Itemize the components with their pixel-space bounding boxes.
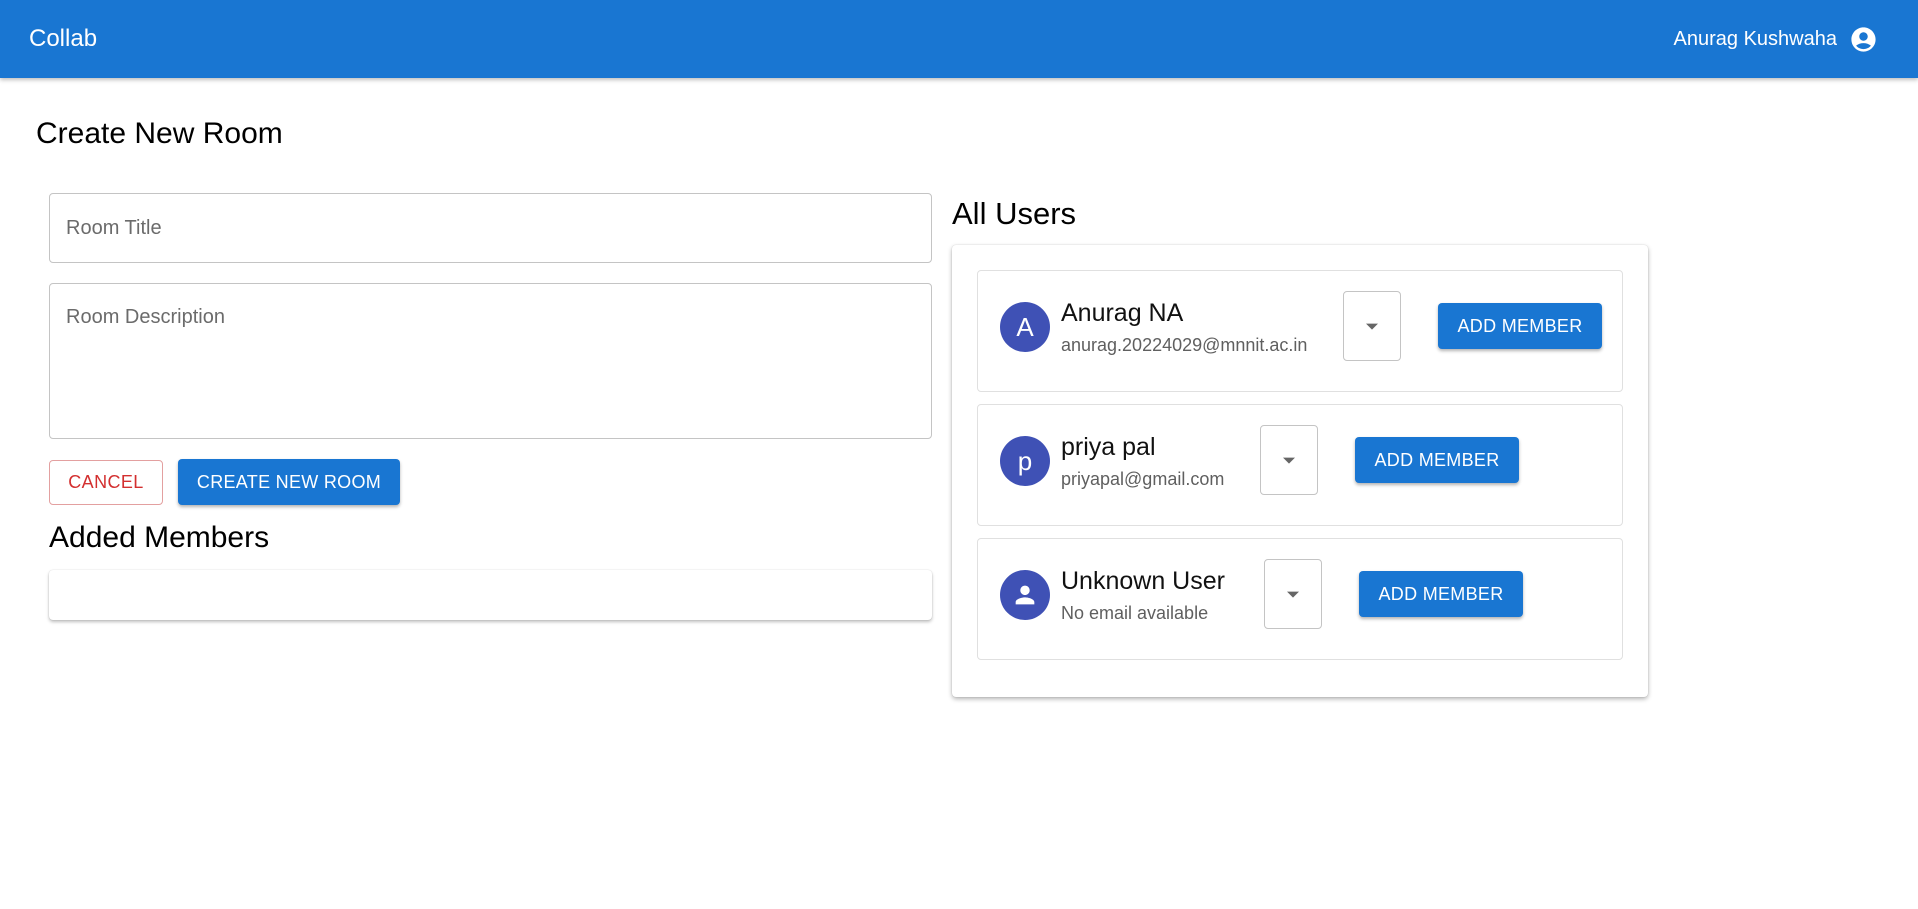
current-user-name[interactable]: Anurag Kushwaha [1674, 28, 1837, 51]
room-description-input[interactable] [50, 284, 931, 438]
room-description-field[interactable] [49, 283, 932, 439]
room-title-field[interactable] [49, 193, 932, 263]
page-title: Create New Room [36, 117, 283, 150]
account-circle-icon[interactable] [1849, 25, 1878, 54]
user-card: A Anurag NA anurag.20224029@mnnit.ac.in … [977, 270, 1623, 392]
avatar: p [1000, 436, 1050, 486]
add-member-button[interactable]: ADD MEMBER [1355, 437, 1519, 483]
caret-down-icon [1287, 591, 1299, 598]
app-brand[interactable]: Collab [29, 25, 97, 53]
user-name: Anurag NA [1061, 299, 1184, 327]
create-room-button[interactable]: CREATE NEW ROOM [178, 459, 400, 505]
add-member-button[interactable]: ADD MEMBER [1438, 303, 1602, 349]
app-bar: Collab Anurag Kushwaha [0, 0, 1918, 78]
user-email: anurag.20224029@mnnit.ac.in [1061, 335, 1308, 355]
user-menu[interactable]: Anurag Kushwaha [1674, 25, 1878, 54]
caret-down-icon [1283, 457, 1295, 464]
user-email: No email available [1061, 603, 1209, 623]
avatar: A [1000, 302, 1050, 352]
cancel-button[interactable]: CANCEL [49, 460, 163, 505]
room-title-input[interactable] [50, 194, 931, 262]
user-email: priyapal@gmail.com [1061, 469, 1225, 489]
user-name: priya pal [1061, 433, 1156, 461]
role-select[interactable] [1264, 559, 1322, 629]
added-members-title: Added Members [49, 521, 270, 554]
user-name: Unknown User [1061, 567, 1225, 595]
user-card: Unknown User No email available ADD MEMB… [977, 538, 1623, 660]
all-users-panel: A Anurag NA anurag.20224029@mnnit.ac.in … [952, 245, 1648, 697]
added-members-list [49, 570, 932, 620]
all-users-title: All Users [952, 196, 1077, 231]
avatar [1000, 570, 1050, 620]
person-icon [1011, 581, 1039, 609]
caret-down-icon [1366, 323, 1378, 330]
role-select[interactable] [1260, 425, 1318, 495]
user-card: p priya pal priyapal@gmail.com ADD MEMBE… [977, 404, 1623, 526]
role-select[interactable] [1343, 291, 1401, 361]
add-member-button[interactable]: ADD MEMBER [1359, 571, 1523, 617]
